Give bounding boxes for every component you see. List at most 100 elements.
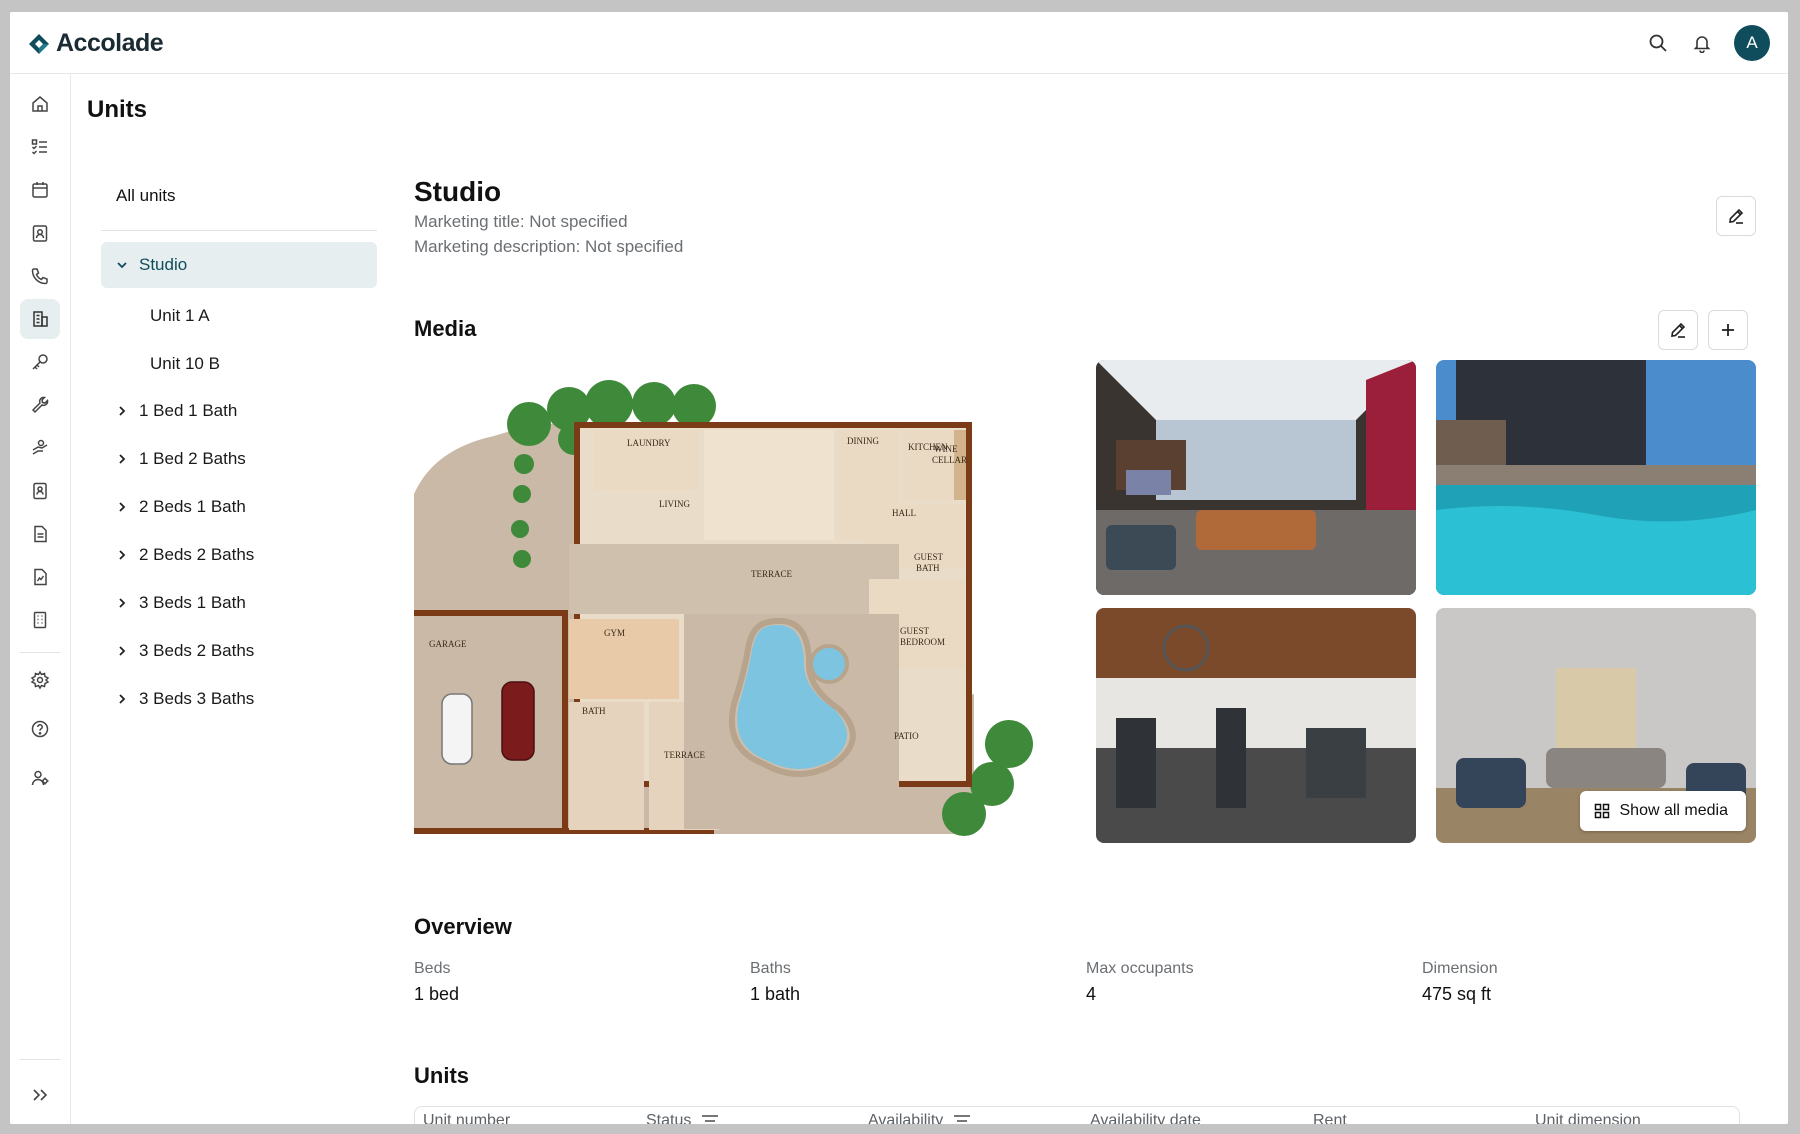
chevron-right-icon	[105, 452, 139, 466]
tree-group-label: 3 Beds 1 Bath	[139, 593, 246, 612]
contacts-icon[interactable]	[20, 213, 60, 253]
column-header-availability-date[interactable]: Availability date	[1090, 1112, 1201, 1124]
show-all-media-label: Show all media	[1619, 802, 1729, 819]
edit-details-button[interactable]	[1716, 196, 1756, 236]
show-all-media-button[interactable]: Show all media	[1579, 791, 1746, 831]
media-photo-lounge[interactable]	[1096, 360, 1416, 595]
marketing-description: Marketing description: Not specified	[414, 237, 684, 256]
column-label: Rent	[1313, 1112, 1347, 1124]
overview-beds-label: Beds	[414, 960, 451, 977]
wrench-icon[interactable]	[20, 385, 60, 425]
pencil-icon	[1729, 208, 1744, 224]
filter-icon[interactable]	[701, 1114, 719, 1124]
nav-rail	[10, 74, 71, 1124]
tree-group-1bed-2baths[interactable]: 1 Bed 2 Baths	[101, 436, 377, 482]
tree-group-3beds-1bath[interactable]: 3 Beds 1 Bath	[101, 580, 377, 626]
search-icon[interactable]	[1646, 31, 1670, 55]
brand-name: Accolade	[56, 29, 164, 57]
floorplan-label-hall: HALL	[892, 508, 916, 518]
phone-icon[interactable]	[20, 256, 60, 296]
floorplan-label-garage: GARAGE	[429, 639, 467, 649]
floorplan-label-bath-lower: BATH	[582, 706, 606, 716]
app-window: Accolade A Units All units Studio Unit 1…	[10, 12, 1788, 1124]
column-header-rent[interactable]: Rent	[1313, 1112, 1347, 1124]
column-label: Availability date	[1090, 1112, 1201, 1124]
column-label: Status	[646, 1112, 692, 1124]
floorplan-label-bedroom: BEDROOM	[900, 637, 945, 647]
rail-divider-bottom	[20, 1059, 60, 1060]
overview-baths-label: Baths	[750, 960, 791, 977]
notifications-bell-icon[interactable]	[1690, 31, 1714, 55]
overview-beds-value: 1 bed	[414, 984, 460, 1004]
tree-group-studio[interactable]: Studio	[101, 242, 377, 288]
chevron-right-icon	[105, 404, 139, 418]
floorplan-label-patio: PATIO	[894, 731, 919, 741]
brand-logo-icon	[29, 33, 49, 54]
media-photo-gym[interactable]	[1096, 608, 1416, 843]
tenant-icon[interactable]	[20, 471, 60, 511]
top-bar: Accolade A	[10, 12, 1788, 74]
media-photo-pool[interactable]	[1436, 360, 1756, 595]
overview-baths-value: 1 bath	[750, 984, 801, 1004]
media-photo-living-room[interactable]: Show all media	[1436, 608, 1756, 843]
floorplan-label-wine: WINE	[934, 444, 958, 454]
home-icon[interactable]	[20, 84, 60, 124]
building-icon[interactable]	[20, 600, 60, 640]
chevron-right-icon	[105, 596, 139, 610]
column-label: Unit number	[423, 1112, 511, 1124]
overview-section-title: Overview	[414, 914, 512, 939]
chevron-right-icon	[105, 692, 139, 706]
column-label: Unit dimension	[1535, 1112, 1641, 1124]
settings-icon[interactable]	[20, 660, 60, 700]
tree-group-label: Studio	[139, 255, 188, 274]
floorplan-label-cellar: CELLAR	[932, 455, 967, 465]
filter-icon[interactable]	[953, 1114, 971, 1124]
tasks-icon[interactable]	[20, 127, 60, 167]
buildings-icon[interactable]	[20, 299, 60, 339]
tree-group-1bed-1bath[interactable]: 1 Bed 1 Bath	[101, 388, 377, 434]
tree-group-label: 1 Bed 2 Baths	[139, 449, 246, 468]
brand-logo[interactable]: Accolade	[28, 29, 164, 58]
tree-group-3beds-3baths[interactable]: 3 Beds 3 Baths	[101, 676, 377, 722]
add-media-button[interactable]	[1708, 310, 1748, 350]
tree-group-2beds-1bath[interactable]: 2 Beds 1 Bath	[101, 484, 377, 530]
unit-type-title: Studio	[414, 176, 502, 207]
tree-group-label: 2 Beds 1 Bath	[139, 497, 246, 516]
floorplan-label-guest: GUEST	[914, 552, 944, 562]
tree-divider	[101, 230, 377, 231]
expand-icon[interactable]	[20, 1075, 60, 1115]
overview-dimension-value: 475 sq ft	[1422, 984, 1492, 1004]
floorplan-label-dining: DINING	[847, 436, 879, 446]
overview-max-occupants-label: Max occupants	[1086, 960, 1194, 977]
overview-max-occupants-value: 4	[1086, 984, 1097, 1004]
floorplan-label-terrace: TERRACE	[751, 569, 793, 579]
tree-unit-10b[interactable]: Unit 10 B	[150, 354, 220, 374]
floor-plan-image[interactable]: LAUNDRY DINING KITCHEN WINE CELLAR LIVIN…	[414, 364, 1069, 844]
column-header-unit-dimension[interactable]: Unit dimension	[1535, 1112, 1641, 1124]
chevron-right-icon	[105, 644, 139, 658]
pencil-icon	[1671, 322, 1686, 338]
tree-all-units[interactable]: All units	[116, 186, 176, 206]
tree-group-3beds-2baths[interactable]: 3 Beds 2 Baths	[101, 628, 377, 674]
tree-group-label: 3 Beds 2 Baths	[139, 641, 255, 660]
page-title: Units	[87, 96, 147, 123]
tree-unit-1a[interactable]: Unit 1 A	[150, 306, 210, 326]
tree-group-label: 3 Beds 3 Baths	[139, 689, 255, 708]
column-header-status[interactable]: Status	[646, 1112, 719, 1124]
rail-divider	[20, 652, 60, 653]
tree-group-label: 2 Beds 2 Baths	[139, 545, 255, 564]
calendar-icon[interactable]	[20, 170, 60, 210]
report-icon[interactable]	[20, 557, 60, 597]
document-icon[interactable]	[20, 514, 60, 554]
user-avatar[interactable]: A	[1734, 25, 1770, 61]
tree-group-2beds-2baths[interactable]: 2 Beds 2 Baths	[101, 532, 377, 578]
column-header-unit-number[interactable]: Unit number	[423, 1112, 510, 1124]
column-header-availability[interactable]: Availability	[868, 1112, 971, 1124]
edit-media-button[interactable]	[1658, 310, 1698, 350]
payments-icon[interactable]	[20, 428, 60, 468]
help-icon[interactable]	[20, 709, 60, 749]
floorplan-label-guest-bedroom: GUEST	[900, 626, 930, 636]
key-icon[interactable]	[20, 342, 60, 382]
plus-icon	[1722, 324, 1734, 336]
users-icon[interactable]	[20, 758, 60, 798]
